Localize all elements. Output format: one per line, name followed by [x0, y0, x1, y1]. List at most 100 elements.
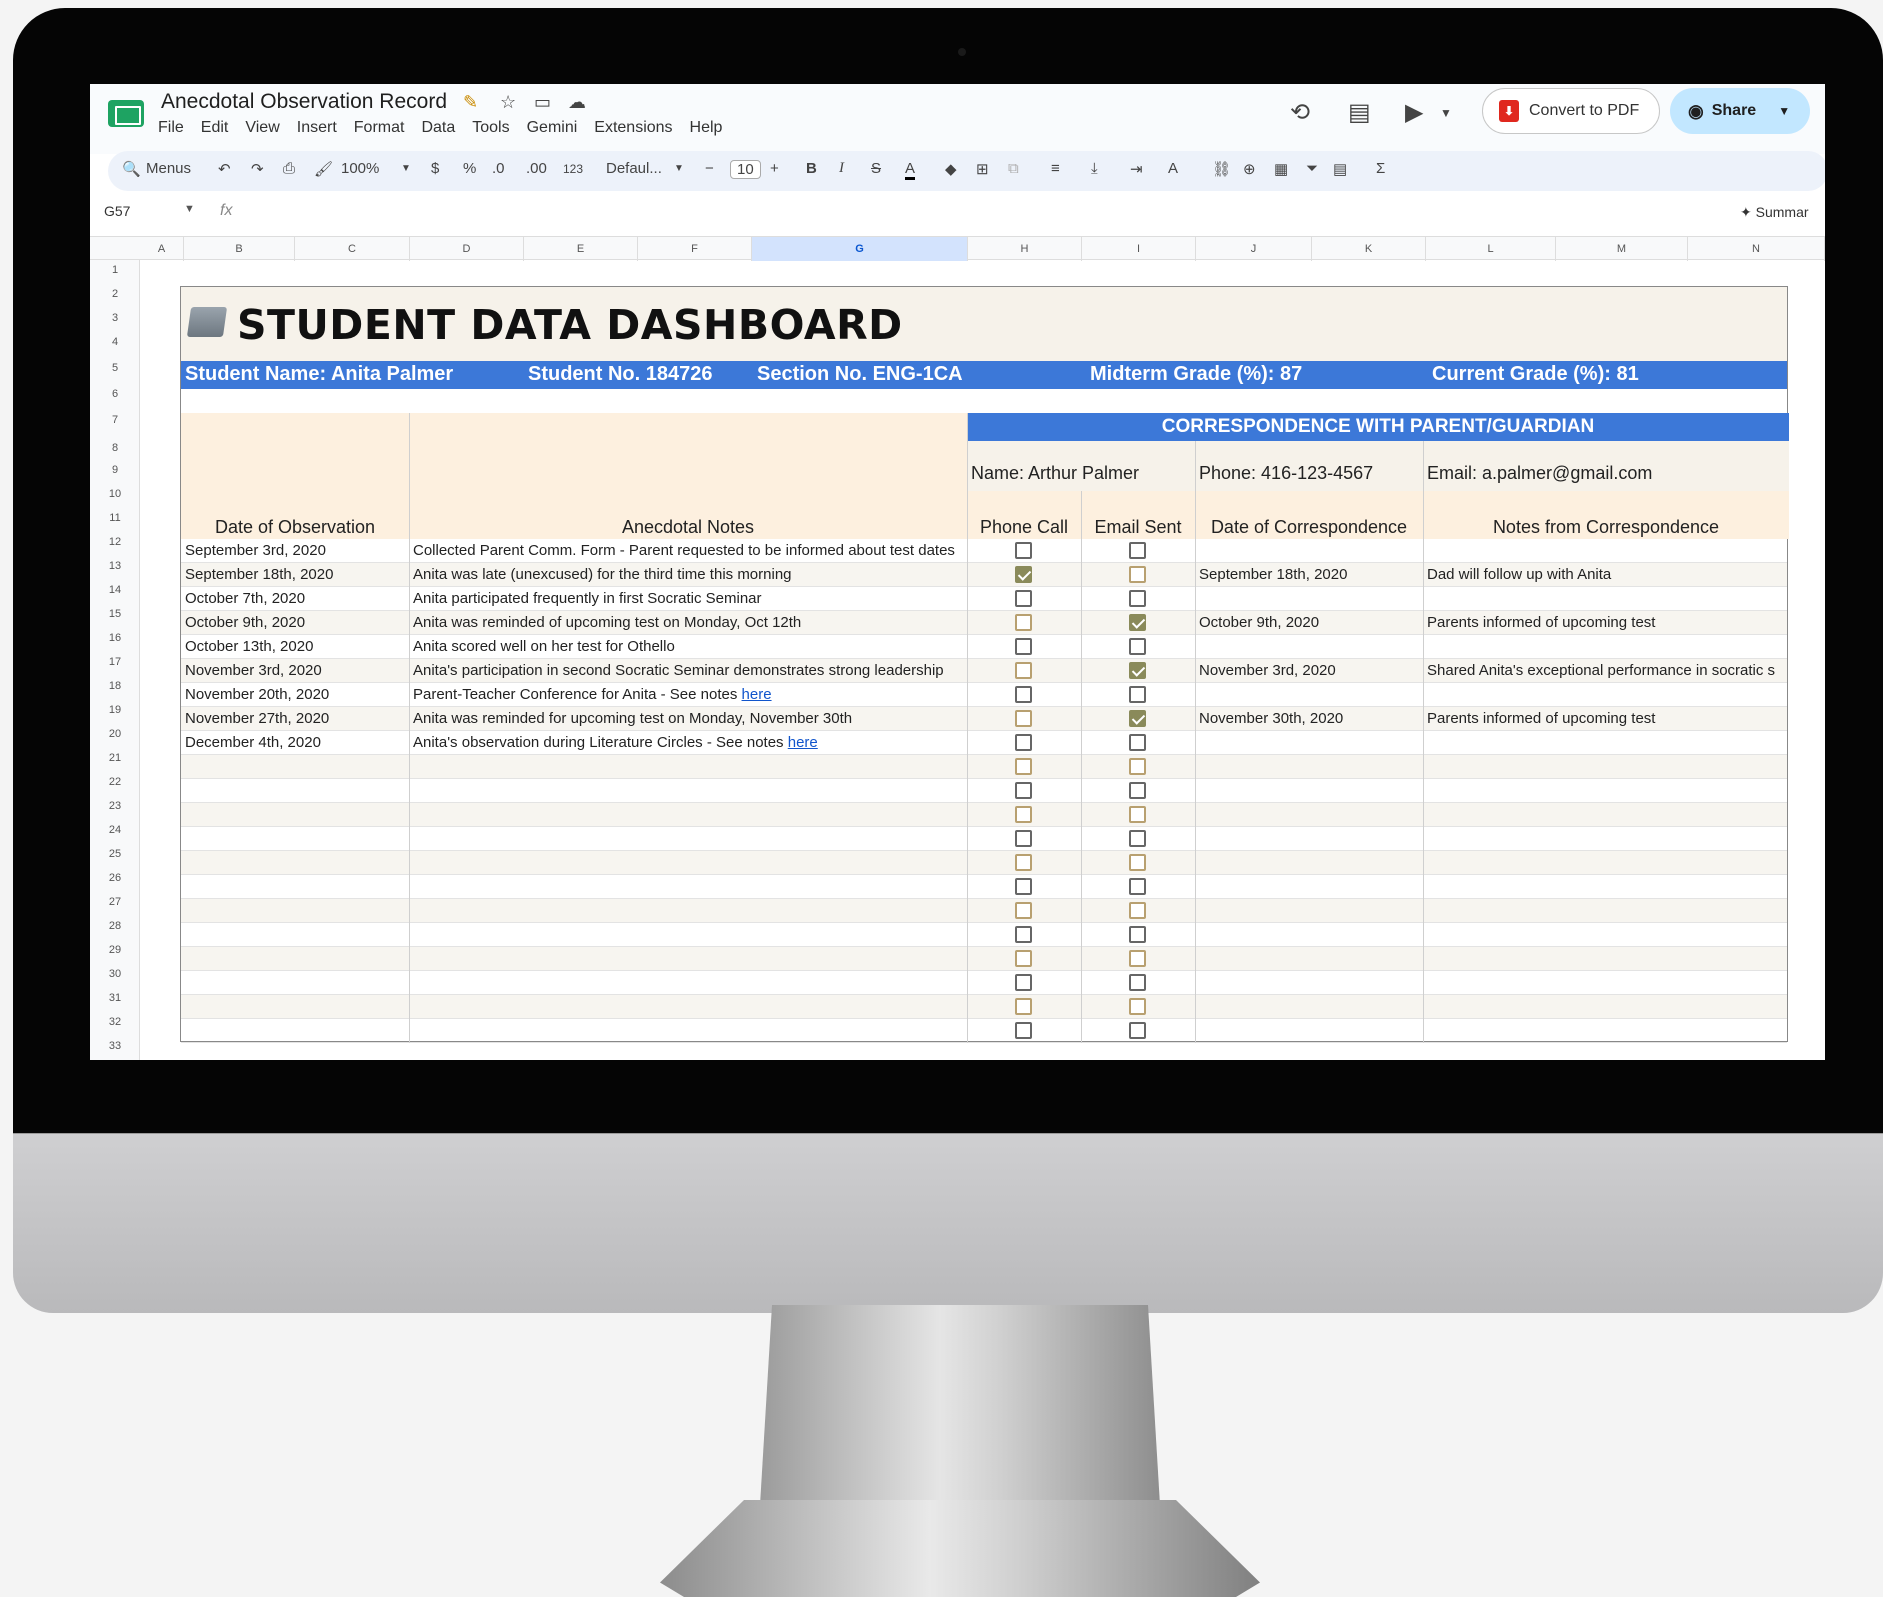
email-sent-checkbox[interactable] [1129, 974, 1146, 991]
email-sent-checkbox[interactable] [1129, 566, 1146, 583]
email-sent-checkbox[interactable] [1129, 758, 1146, 775]
column-header-j[interactable]: J [1196, 237, 1312, 261]
column-header-i[interactable]: I [1082, 237, 1196, 261]
undo-icon[interactable]: ↶ [218, 160, 231, 178]
redo-icon[interactable]: ↷ [251, 160, 264, 178]
correspondence-date[interactable]: October 9th, 2020 [1199, 614, 1421, 631]
anecdotal-note[interactable]: Parent-Teacher Conference for Anita - Se… [413, 686, 965, 703]
row-header[interactable]: 23 [90, 800, 140, 812]
row-header[interactable]: 27 [90, 896, 140, 908]
row-header[interactable]: 31 [90, 992, 140, 1004]
functions-icon[interactable]: Σ [1376, 160, 1385, 177]
menu-help[interactable]: Help [690, 119, 723, 137]
text-rotation-icon[interactable]: A [1168, 160, 1178, 177]
currency-format-button[interactable]: $ [431, 160, 439, 177]
zoom-dropdown-icon[interactable]: ▼ [401, 163, 411, 174]
menu-gemini[interactable]: Gemini [527, 119, 578, 137]
bold-icon[interactable]: B [806, 160, 817, 177]
phone-call-checkbox[interactable] [1015, 758, 1032, 775]
column-header-b[interactable]: B [184, 237, 295, 261]
email-sent-checkbox[interactable] [1129, 878, 1146, 895]
menu-data[interactable]: Data [421, 119, 455, 137]
email-sent-checkbox[interactable] [1129, 710, 1146, 727]
email-sent-checkbox[interactable] [1129, 734, 1146, 751]
cloud-status-icon[interactable]: ☁ [568, 92, 586, 113]
insert-link-icon[interactable]: ⛓ [1212, 160, 1231, 178]
email-sent-checkbox[interactable] [1129, 830, 1146, 847]
menu-extensions[interactable]: Extensions [594, 119, 672, 137]
row-header[interactable]: 30 [90, 968, 140, 980]
email-sent-checkbox[interactable] [1129, 662, 1146, 679]
observation-date[interactable]: October 9th, 2020 [185, 614, 407, 631]
anecdotal-note[interactable]: Anita participated frequently in first S… [413, 590, 965, 607]
row-header[interactable]: 24 [90, 824, 140, 836]
row-header[interactable]: 14 [90, 584, 140, 596]
row-header[interactable]: 32 [90, 1016, 140, 1028]
decrease-decimal-button[interactable]: .0 [492, 160, 505, 177]
phone-call-checkbox[interactable] [1015, 614, 1032, 631]
correspondence-date[interactable]: November 30th, 2020 [1199, 710, 1421, 727]
font-select[interactable]: Defaul... [606, 160, 662, 177]
italic-icon[interactable]: I [839, 160, 844, 177]
column-header-f[interactable]: F [638, 237, 752, 261]
observation-date[interactable]: October 13th, 2020 [185, 638, 407, 655]
phone-call-checkbox[interactable] [1015, 662, 1032, 679]
menus-search[interactable]: Menus [146, 160, 191, 177]
phone-call-checkbox[interactable] [1015, 590, 1032, 607]
phone-call-checkbox[interactable] [1015, 1022, 1032, 1039]
anecdotal-note[interactable]: Anita was late (unexcused) for the third… [413, 566, 965, 583]
column-header-d[interactable]: D [410, 237, 524, 261]
phone-call-checkbox[interactable] [1015, 878, 1032, 895]
phone-call-checkbox[interactable] [1015, 854, 1032, 871]
row-header[interactable]: 12 [90, 536, 140, 548]
filter-icon[interactable]: ⏷ [1306, 160, 1318, 177]
email-sent-checkbox[interactable] [1129, 590, 1146, 607]
column-header-l[interactable]: L [1426, 237, 1556, 261]
row-header[interactable]: 11 [90, 512, 140, 524]
observation-date[interactable]: October 7th, 2020 [185, 590, 407, 607]
vertical-align-icon[interactable]: ⤓ [1091, 160, 1098, 177]
row-header[interactable]: 15 [90, 608, 140, 620]
column-header-a[interactable]: A [140, 237, 184, 261]
row-header[interactable]: 6 [90, 388, 140, 400]
text-color-icon[interactable]: A [905, 160, 916, 180]
name-box[interactable]: G57 [104, 203, 130, 219]
paint-format-icon[interactable]: 🖌 [314, 160, 333, 178]
column-header-m[interactable]: M [1556, 237, 1688, 261]
correspondence-date[interactable]: September 18th, 2020 [1199, 566, 1421, 583]
column-header-e[interactable]: E [524, 237, 638, 261]
email-sent-checkbox[interactable] [1129, 542, 1146, 559]
email-sent-checkbox[interactable] [1129, 686, 1146, 703]
row-header[interactable]: 21 [90, 752, 140, 764]
edit-badge-icon[interactable]: ✎ [463, 92, 478, 113]
insert-chart-icon[interactable]: ▦ [1274, 160, 1288, 178]
row-header[interactable]: 7 [90, 414, 140, 426]
document-title[interactable]: Anecdotal Observation Record [161, 90, 447, 114]
search-icon[interactable]: 🔍 [122, 160, 141, 178]
font-size-input[interactable]: 10 [730, 160, 761, 179]
menu-view[interactable]: View [245, 119, 279, 137]
observation-date[interactable]: November 3rd, 2020 [185, 662, 407, 679]
observation-date[interactable]: December 4th, 2020 [185, 734, 407, 751]
observation-date[interactable]: September 3rd, 2020 [185, 542, 407, 559]
row-header[interactable]: 8 [90, 442, 140, 454]
anecdotal-note[interactable]: Collected Parent Comm. Form - Parent req… [413, 542, 965, 559]
row-header[interactable]: 18 [90, 680, 140, 692]
row-header[interactable]: 29 [90, 944, 140, 956]
zoom-select[interactable]: 100% [341, 160, 379, 177]
observation-date[interactable]: September 18th, 2020 [185, 566, 407, 583]
email-sent-checkbox[interactable] [1129, 854, 1146, 871]
phone-call-checkbox[interactable] [1015, 566, 1032, 583]
summarize-button[interactable]: ✦ Summar [1740, 204, 1809, 221]
email-sent-checkbox[interactable] [1129, 926, 1146, 943]
horizontal-align-icon[interactable]: ≡ [1051, 160, 1060, 177]
email-sent-checkbox[interactable] [1129, 782, 1146, 799]
phone-call-checkbox[interactable] [1015, 806, 1032, 823]
row-header[interactable]: 16 [90, 632, 140, 644]
increase-font-size-icon[interactable]: + [770, 160, 779, 177]
menu-edit[interactable]: Edit [201, 119, 229, 137]
more-formats-button[interactable]: 123 [563, 162, 583, 176]
email-sent-checkbox[interactable] [1129, 1022, 1146, 1039]
email-sent-checkbox[interactable] [1129, 638, 1146, 655]
meet-icon[interactable]: ▶ [1405, 98, 1423, 127]
